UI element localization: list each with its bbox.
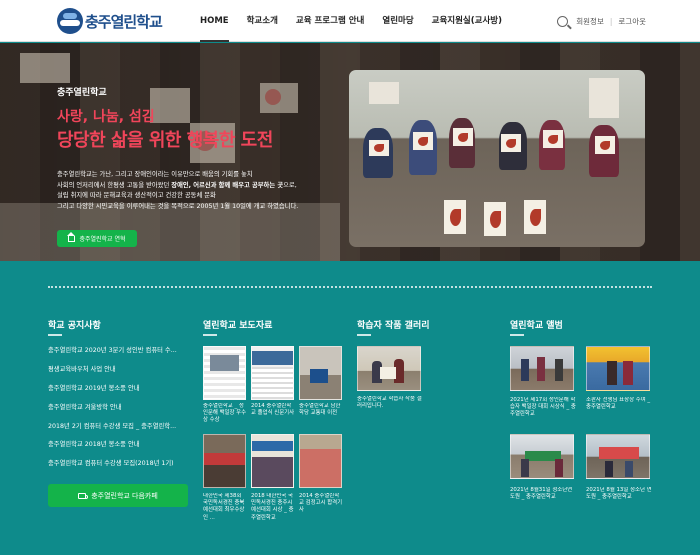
header-utilities: 회원정보 | 로그아웃 [557,0,646,42]
press-thumbnail[interactable] [251,434,294,488]
hero-desc-line: 충주열린학교는 가난, 그리고 장애인이라는 이유만으로 배움의 기회를 놓치 [57,171,253,178]
hero-desc-line: 설립 취지에 따라 문해교육과 생산적이고 건강한 공동체 문화 [57,192,216,199]
notice-item[interactable]: 충주열린학교 2019년 봉소풍 안내 [48,384,190,403]
nav-program-guide[interactable]: 교육 프로그램 안내 [296,0,364,42]
member-info-link[interactable]: 회원정보 [576,16,604,27]
press-caption[interactable]: 2014 충주열린학교 졸업식 신문기사 [251,403,295,431]
section-divider [48,286,652,288]
album-caption[interactable]: 2021년 8월31일 청소년연 도원 _ 충주열린학교 [510,487,576,511]
daum-cafe-button-label: 충주열린학교 다음카페 [91,491,158,500]
press-thumbnail[interactable] [203,346,246,400]
hero-desc-line: 그리고 다양한 시민교육을 이루어내는 것을 목적으로 2005년 1월 10일… [57,202,299,210]
gallery-thumbnail[interactable] [357,346,421,391]
album-caption[interactable]: 2021년 제17회 성인문해 학습자 백일장 대회 시상식 _ 충주열린학교 [510,397,576,421]
main-nav: HOME 학교소개 교육 프로그램 안내 열린마당 교육지원실(교사방) [200,0,520,42]
gallery-section-title: 학습자 작품 갤러리 [357,318,430,336]
nav-home[interactable]: HOME [200,0,229,42]
hero-headline: 당당한 삶을 위한 행복한 도전 [57,130,273,151]
nav-open-forum[interactable]: 열린마당 [382,0,413,42]
hero-school-label: 충주열린학교 [57,88,107,98]
gallery-caption[interactable]: 충주열린학교 학습자 작품 갤러리입니다. [357,396,423,412]
press-caption[interactable]: 충주열린학교 남한학당 교통대 이전 [299,403,343,431]
press-thumbnail[interactable] [203,434,246,488]
notice-item[interactable]: 충주열린학교 2020년 3분기 성인반 컴퓨터 수... [48,346,190,365]
notice-item[interactable]: 충주열린학교 컴퓨터 수강생 모집(2018년 1기) [48,459,190,478]
notice-item[interactable]: 충주열린학교 겨울방학 안내 [48,403,190,422]
coffee-cup-icon [78,492,89,499]
press-caption[interactable]: 대한민국 제38회 국민독서경진 충북예선대회 최우수상 인 ... [203,493,247,529]
nav-teacher-room[interactable]: 교육지원실(교사방) [432,0,502,42]
album-thumbnail[interactable] [586,434,650,479]
school-emblem-icon [57,8,83,34]
logout-link[interactable]: 로그아웃 [618,16,646,27]
album-thumbnail[interactable] [586,346,650,391]
notice-item[interactable]: 평생교육바우처 사업 안내 [48,365,190,384]
school-history-button[interactable]: 충주열린학교 연혁 [57,230,137,247]
press-caption[interactable]: 2018 대한민국 국민독서경진 충주시예선대회 시상 _ 충주열린학교 [251,493,295,529]
notice-list: 충주열린학교 2020년 3분기 성인반 컴퓨터 수... 평생교육바우처 사업… [48,346,190,478]
hero-slogan: 사랑, 나눔, 섬김 [57,109,155,125]
search-icon[interactable] [557,15,569,27]
press-caption[interactable]: 충주열린학교 _ 성인문해 백일장 우수상 수상 [203,403,247,431]
separator: | [609,16,613,26]
nav-school-intro[interactable]: 학교소개 [247,0,278,42]
hero-description: 충주열린학교는 가난, 그리고 장애인이라는 이유만으로 배움의 기회를 놓치 … [57,170,342,212]
notice-item[interactable]: 충주열린학교 2018년 봉소풍 안내 [48,440,190,459]
press-thumbnail[interactable] [251,346,294,400]
home-icon [67,231,76,242]
daum-cafe-button[interactable]: 충주열린학교 다음카페 [48,484,188,507]
album-thumbnail[interactable] [510,434,574,479]
press-thumbnail[interactable] [299,346,342,400]
album-section-title: 열린학교 앨범 [510,318,563,336]
logo-text: 충주열린학교 [85,12,163,31]
album-caption[interactable]: 조판자 선생님 표창장 수여 _ 충주열린학교 [586,397,652,421]
notice-section-title: 학교 공지사항 [48,318,101,336]
album-thumbnail[interactable] [510,346,574,391]
album-caption[interactable]: 2021년 8월 13일 청소년 연도원 _ 충주열린학교 [586,487,652,511]
press-section-title: 열린학교 보도자료 [203,318,272,336]
hero-desc-line: 사회의 언저리에서 한평생 고통을 받아왔던 장애인, 어르신과 함께 배우고 … [57,181,297,189]
hero-classroom-photo [349,70,645,247]
notice-item[interactable]: 2018년 2기 컴퓨터 수강생 모집 _ 충주열린학... [48,422,190,441]
press-caption[interactable]: 2014 충주열린학교 검정고시 합격기사 [299,493,343,529]
site-header: 충주열린학교 HOME 학교소개 교육 프로그램 안내 열린마당 교육지원실(교… [0,0,700,42]
school-history-button-label: 충주열린학교 연혁 [79,236,126,243]
site-logo[interactable]: 충주열린학교 [57,7,163,35]
press-thumbnail[interactable] [299,434,342,488]
